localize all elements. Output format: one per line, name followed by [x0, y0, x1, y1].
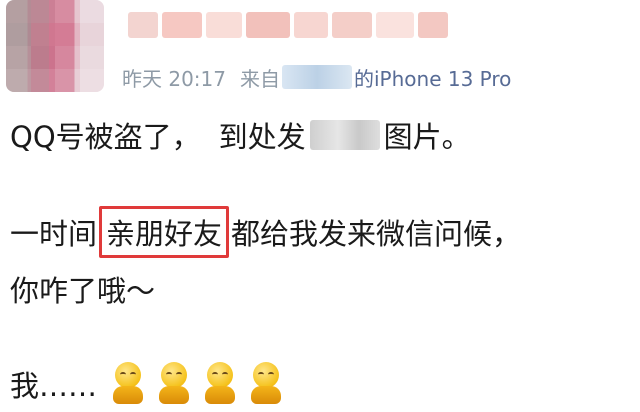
highlight-box: 亲朋好友: [99, 206, 230, 258]
source-prefix: 来自: [240, 66, 280, 91]
kneeling-smile-emoji: [111, 362, 145, 406]
user-avatar[interactable]: [6, 0, 104, 92]
kneeling-smile-emoji: [157, 362, 191, 406]
source-name-blurred: [282, 65, 352, 89]
post-line-1: QQ号被盗了， 到处发 图片。: [10, 120, 471, 154]
post-meta: 昨天 20:17 来自 的iPhone 13 Pro: [122, 63, 511, 92]
device-source[interactable]: 的iPhone 13 Pro: [354, 63, 511, 92]
blurred-text: [309, 120, 380, 150]
post-line-4: 我……: [10, 362, 283, 406]
username-blurred[interactable]: [128, 8, 448, 42]
post-line-2: 一时间 亲朋好友 都给我发来微信问候，: [10, 206, 521, 258]
post-date: 昨天 20:17: [122, 66, 226, 91]
kneeling-smile-emoji: [249, 362, 283, 406]
kneeling-smile-emoji: [203, 362, 237, 406]
post-line-3: 你咋了哦～: [10, 274, 156, 308]
